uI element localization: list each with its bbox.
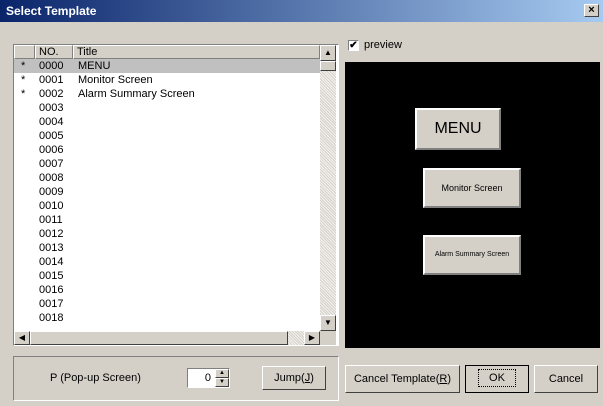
preview-pane: MENU Monitor Screen Alarm Summary Screen (345, 62, 600, 348)
row-number: 0014 (39, 256, 64, 268)
row-number: 0013 (39, 242, 64, 254)
list-header: NO. Title (14, 45, 320, 59)
spin-up-icon: ▲ (219, 370, 225, 376)
cancel-template-label: Cancel Template( (353, 373, 440, 385)
title-bar: Select Template × (0, 0, 603, 22)
scroll-down-button[interactable]: ▼ (320, 315, 336, 331)
table-row[interactable]: 0014 (14, 255, 320, 269)
scroll-right-button[interactable]: ▶ (304, 331, 320, 345)
jump-label-tail: ) (310, 372, 314, 384)
preview-checkbox[interactable]: ✔ (348, 40, 359, 51)
arrow-down-icon: ▼ (324, 318, 332, 327)
row-number: 0010 (39, 200, 64, 212)
cancel-template-tail: ) (447, 373, 452, 385)
jump-label: Jump( (274, 372, 305, 384)
table-row[interactable]: 0017 (14, 297, 320, 311)
preview-menu-button: MENU (415, 108, 501, 150)
scroll-corner (320, 331, 336, 345)
table-row[interactable]: * 0000 MENU (14, 59, 320, 73)
table-row[interactable]: 0013 (14, 241, 320, 255)
row-number: 0017 (39, 298, 64, 310)
row-title: Monitor Screen (78, 74, 153, 86)
table-row[interactable]: 0010 (14, 199, 320, 213)
column-header-title[interactable]: Title (73, 45, 320, 59)
arrow-right-icon: ▶ (308, 333, 316, 342)
table-row[interactable]: 0003 (14, 101, 320, 115)
table-row[interactable]: 0012 (14, 227, 320, 241)
row-mark: * (21, 88, 26, 100)
close-button[interactable]: × (584, 4, 599, 17)
ok-button[interactable]: OK (465, 365, 529, 393)
row-number: 0018 (39, 312, 64, 324)
horizontal-scroll-thumb[interactable] (30, 331, 288, 345)
template-list[interactable]: NO. Title * 0000 MENU * 0001 Monitor Screen * 0… (13, 44, 339, 346)
row-number: 0012 (39, 228, 64, 240)
row-mark: * (21, 74, 26, 86)
table-row[interactable]: 0016 (14, 283, 320, 297)
table-row[interactable]: 0005 (14, 129, 320, 143)
row-number: 0005 (39, 130, 64, 142)
spin-down-button[interactable]: ▼ (215, 378, 229, 387)
checkmark-icon: ✔ (349, 40, 358, 51)
close-icon: × (588, 4, 595, 16)
table-row[interactable]: 0009 (14, 185, 320, 199)
popup-spin-box[interactable]: 0 ▲ ▼ (187, 368, 230, 388)
preview-checkbox-label[interactable]: preview (364, 39, 402, 51)
arrow-left-icon: ◀ (18, 333, 26, 342)
row-number: 0011 (39, 214, 63, 226)
spin-value[interactable]: 0 (205, 372, 211, 384)
table-row[interactable]: 0018 (14, 311, 320, 325)
row-number: 0002 (39, 88, 64, 100)
scroll-up-button[interactable]: ▲ (320, 45, 336, 61)
column-header-no[interactable]: NO. (35, 45, 73, 59)
scroll-thumb[interactable] (320, 61, 336, 71)
row-number: 0006 (39, 144, 64, 156)
cancel-button[interactable]: Cancel (534, 365, 598, 393)
horizontal-scrollbar[interactable]: ◀ ▶ (14, 331, 320, 345)
row-number: 0007 (39, 158, 64, 170)
row-number: 0008 (39, 172, 64, 184)
spin-down-icon: ▼ (219, 379, 225, 385)
row-number: 0001 (39, 74, 64, 86)
table-row[interactable]: 0011 (14, 213, 320, 227)
spin-up-button[interactable]: ▲ (215, 369, 229, 378)
row-number: 0004 (39, 116, 64, 128)
row-number: 0016 (39, 284, 64, 296)
column-header-mark[interactable] (14, 45, 35, 59)
row-number: 0009 (39, 186, 64, 198)
jump-button[interactable]: Jump(J) (262, 366, 326, 390)
row-number: 0003 (39, 102, 64, 114)
table-row[interactable]: 0004 (14, 115, 320, 129)
table-row[interactable]: 0006 (14, 143, 320, 157)
list-rows: * 0000 MENU * 0001 Monitor Screen * 0002 Alarm S… (14, 59, 320, 325)
row-number: 0015 (39, 270, 64, 282)
ok-label: OK (478, 369, 516, 387)
row-title: MENU (78, 60, 111, 72)
table-row[interactable]: 0007 (14, 157, 320, 171)
cancel-template-button[interactable]: Cancel Template(R) (345, 365, 460, 393)
table-row[interactable]: * 0002 Alarm Summary Screen (14, 87, 320, 101)
table-row[interactable]: 0015 (14, 269, 320, 283)
table-row[interactable]: * 0001 Monitor Screen (14, 73, 320, 87)
popup-label: P (Pop-up Screen) (50, 372, 141, 384)
preview-monitor-button: Monitor Screen (423, 168, 521, 208)
window-title: Select Template (6, 4, 97, 18)
preview-alarm-button: Alarm Summary Screen (423, 235, 521, 275)
row-title: Alarm Summary Screen (78, 88, 195, 100)
table-row[interactable]: 0008 (14, 171, 320, 185)
arrow-up-icon: ▲ (324, 48, 332, 57)
scroll-left-button[interactable]: ◀ (14, 331, 30, 345)
row-mark: * (21, 60, 26, 72)
row-number: 0000 (39, 60, 64, 72)
vertical-scrollbar[interactable]: ▲ ▼ (320, 45, 336, 331)
